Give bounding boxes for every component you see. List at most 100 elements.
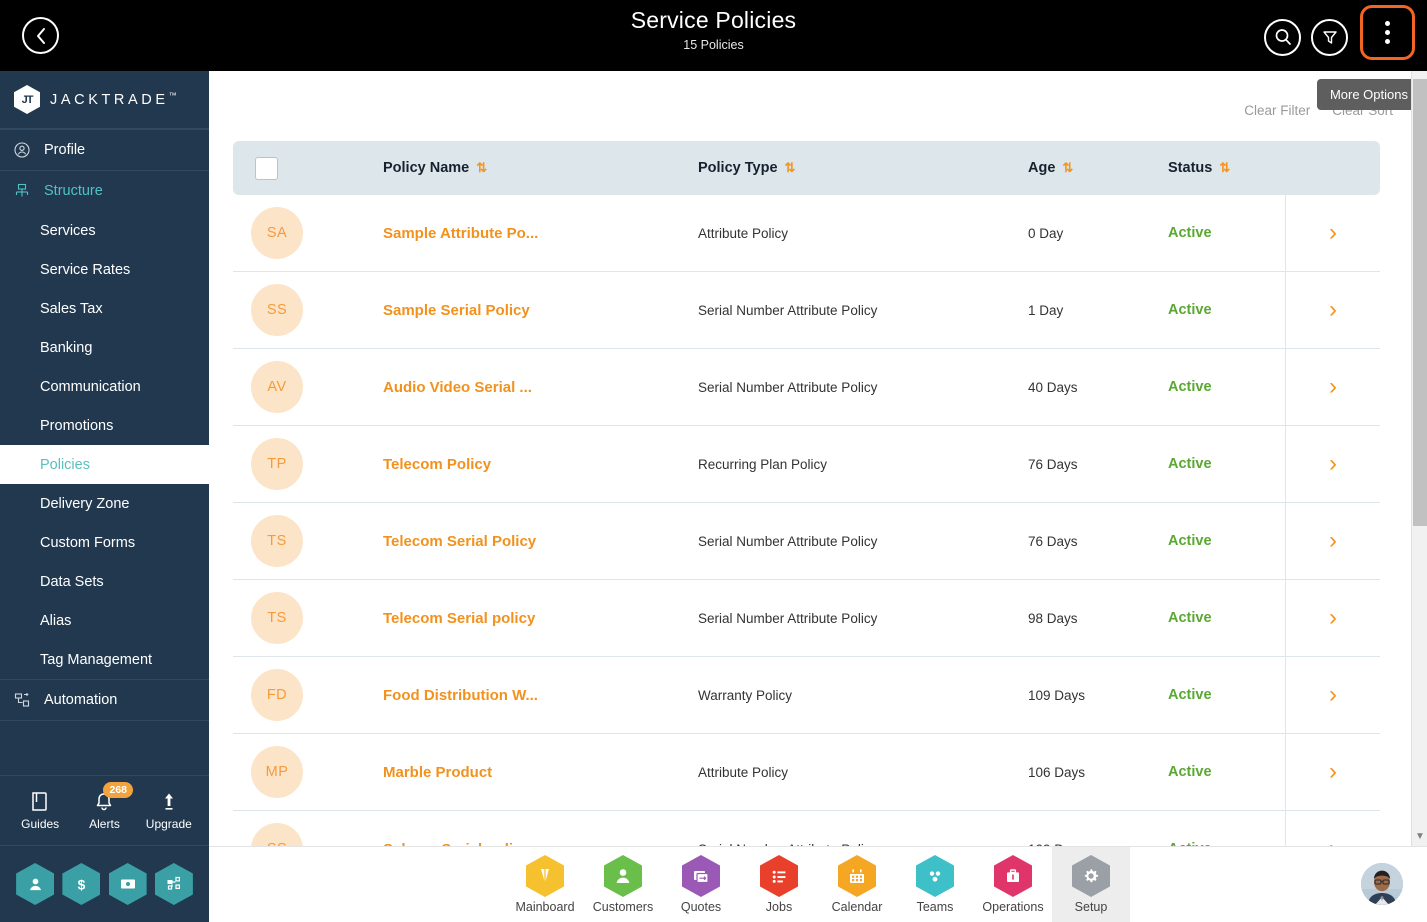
policy-name-link[interactable]: Sample Serial Policy [383,302,530,319]
row-open-button[interactable]: › [1285,580,1380,657]
sidebar-item-service-rates[interactable]: Service Rates [0,250,209,289]
row-policy-name-cell[interactable]: Food Distribution W... [383,657,698,734]
chevron-right-icon: › [1329,758,1337,785]
bottom-nav-item-customers[interactable]: Customers [584,847,662,922]
table-row[interactable]: TP Telecom Policy Recurring Plan Policy 76 … [233,426,1380,503]
row-avatar-initials: SA [251,207,303,259]
sidebar-item-alias[interactable]: Alias [0,601,209,640]
sort-updown-icon[interactable]: ⇅ [785,160,796,176]
bottom-nav-item-quotes[interactable]: Quotes [662,847,740,922]
sidebar-item-policies[interactable]: Policies [0,445,209,484]
row-policy-name-cell[interactable]: Sample Attribute Po... [383,195,698,272]
policy-name-link[interactable]: Telecom Policy [383,456,491,473]
quick-dollar-button[interactable]: $ [62,863,101,905]
guides-button[interactable]: Guides [12,791,68,831]
sidebar-footer-label: Upgrade [145,816,192,831]
row-avatar-initials: SS [251,823,303,846]
bottom-nav-item-teams[interactable]: Teams [896,847,974,922]
sidebar-item-delivery-zone[interactable]: Delivery Zone [0,484,209,523]
row-open-button[interactable]: › [1285,195,1380,272]
row-open-button[interactable]: › [1285,811,1380,846]
upgrade-button[interactable]: Upgrade [141,791,197,831]
quick-workflow-button[interactable] [154,863,193,905]
row-policy-name-cell[interactable]: Salmon Serial policy [383,811,698,847]
table-row[interactable]: AV Audio Video Serial ... Serial Number At… [233,349,1380,426]
row-open-button[interactable]: › [1285,426,1380,503]
bottom-nav-label: Setup [1074,900,1108,914]
page-subtitle: 15 Policies [683,38,744,52]
table-row[interactable]: FD Food Distribution W... Warranty Policy 1… [233,657,1380,734]
jobs-icon [760,855,798,897]
row-policy-name-cell[interactable]: Audio Video Serial ... [383,349,698,426]
setup-gear-icon [1072,855,1110,897]
sidebar-item-data-sets[interactable]: Data Sets [0,562,209,601]
column-age[interactable]: Age ⇅ [1028,141,1168,195]
table-row[interactable]: TS Telecom Serial Policy Serial Number Att… [233,503,1380,580]
status-badge: Active [1168,456,1212,472]
clear-filter-button[interactable]: Clear Filter [1244,103,1310,118]
row-open-button[interactable]: › [1285,349,1380,426]
sidebar-item-communication[interactable]: Communication [0,367,209,406]
filter-button[interactable] [1311,18,1348,56]
scrollbar-thumb[interactable] [1413,79,1427,526]
policy-name-link[interactable]: Telecom Serial policy [383,610,535,627]
row-open-button[interactable]: › [1285,657,1380,734]
brand-logo[interactable]: JT JACKTRADE™ [0,71,209,129]
sort-updown-icon[interactable]: ⇅ [1062,160,1073,176]
row-policy-name-cell[interactable]: Sample Serial Policy [383,272,698,349]
policy-name-link[interactable]: Sample Attribute Po... [383,225,538,242]
sidebar-item-promotions[interactable]: Promotions [0,406,209,445]
table-row[interactable]: MP Marble Product Attribute Policy 106 Days… [233,734,1380,811]
vertical-scrollbar[interactable]: ▼ [1411,71,1427,846]
sort-updown-icon[interactable]: ⇅ [476,160,487,176]
sidebar-item-structure[interactable]: Structure [0,171,209,211]
row-status-cell: Active [1168,426,1285,503]
status-badge: Active [1168,533,1212,549]
search-button[interactable] [1264,18,1301,56]
bottom-nav-item-setup[interactable]: Setup [1052,846,1130,922]
header-title-block: Service Policies 15 Policies [0,6,1427,53]
column-policy-name[interactable]: Policy Name ⇅ [383,141,698,195]
policy-name-link[interactable]: Telecom Serial Policy [383,533,536,550]
policy-name-link[interactable]: Audio Video Serial ... [383,379,532,396]
brand-name-text: JACKTRADE [50,91,169,108]
sidebar-item-services[interactable]: Services [0,211,209,250]
row-open-button[interactable]: › [1285,272,1380,349]
bottom-nav-item-operations[interactable]: Operations [974,847,1052,922]
sidebar-item-custom-forms[interactable]: Custom Forms [0,523,209,562]
sort-updown-icon[interactable]: ⇅ [1219,160,1230,176]
table-row[interactable]: SA Sample Attribute Po... Attribute Policy… [233,195,1380,272]
sidebar-item-profile[interactable]: Profile [0,130,209,170]
sidebar-item-tag-management[interactable]: Tag Management [0,640,209,679]
sidebar-item-automation[interactable]: Automation [0,680,209,720]
row-policy-name-cell[interactable]: Telecom Policy [383,426,698,503]
column-policy-type[interactable]: Policy Type ⇅ [698,141,1028,195]
avatar[interactable] [1361,863,1403,905]
row-status-cell: Active [1168,503,1285,580]
scroll-down-arrow-icon[interactable]: ▼ [1415,831,1425,842]
quick-person-button[interactable] [16,863,55,905]
bottom-nav-item-calendar[interactable]: Calendar [818,847,896,922]
row-policy-type-cell: Serial Number Attribute Policy [698,811,1028,847]
row-open-button[interactable]: › [1285,734,1380,811]
sidebar-item-banking[interactable]: Banking [0,328,209,367]
quick-payment-button[interactable] [108,863,147,905]
alerts-button[interactable]: 268 Alerts [76,781,134,831]
row-open-button[interactable]: › [1285,503,1380,580]
row-policy-name-cell[interactable]: Telecom Serial Policy [383,503,698,580]
bottom-nav-item-mainboard[interactable]: Mainboard [506,847,584,922]
row-policy-name-cell[interactable]: Marble Product [383,734,698,811]
sidebar-item-sales-tax[interactable]: Sales Tax [0,289,209,328]
policy-name-link[interactable]: Food Distribution W... [383,687,538,704]
policy-name-link[interactable]: Marble Product [383,764,492,781]
column-status[interactable]: Status ⇅ [1168,141,1285,195]
select-all-checkbox[interactable] [255,156,278,180]
table-row[interactable]: TS Telecom Serial policy Serial Number Att… [233,580,1380,657]
table-row[interactable]: SS Sample Serial Policy Serial Number Attr… [233,272,1380,349]
column-label: Age [1028,160,1056,176]
row-policy-name-cell[interactable]: Telecom Serial policy [383,580,698,657]
more-options-button[interactable] [1360,5,1415,60]
table-row[interactable]: SS Salmon Serial policySerial Number Attr… [233,811,1380,846]
table-header: Policy Name ⇅ Policy Type ⇅ Age ⇅ Status… [233,141,1380,195]
bottom-nav-item-jobs[interactable]: Jobs [740,847,818,922]
